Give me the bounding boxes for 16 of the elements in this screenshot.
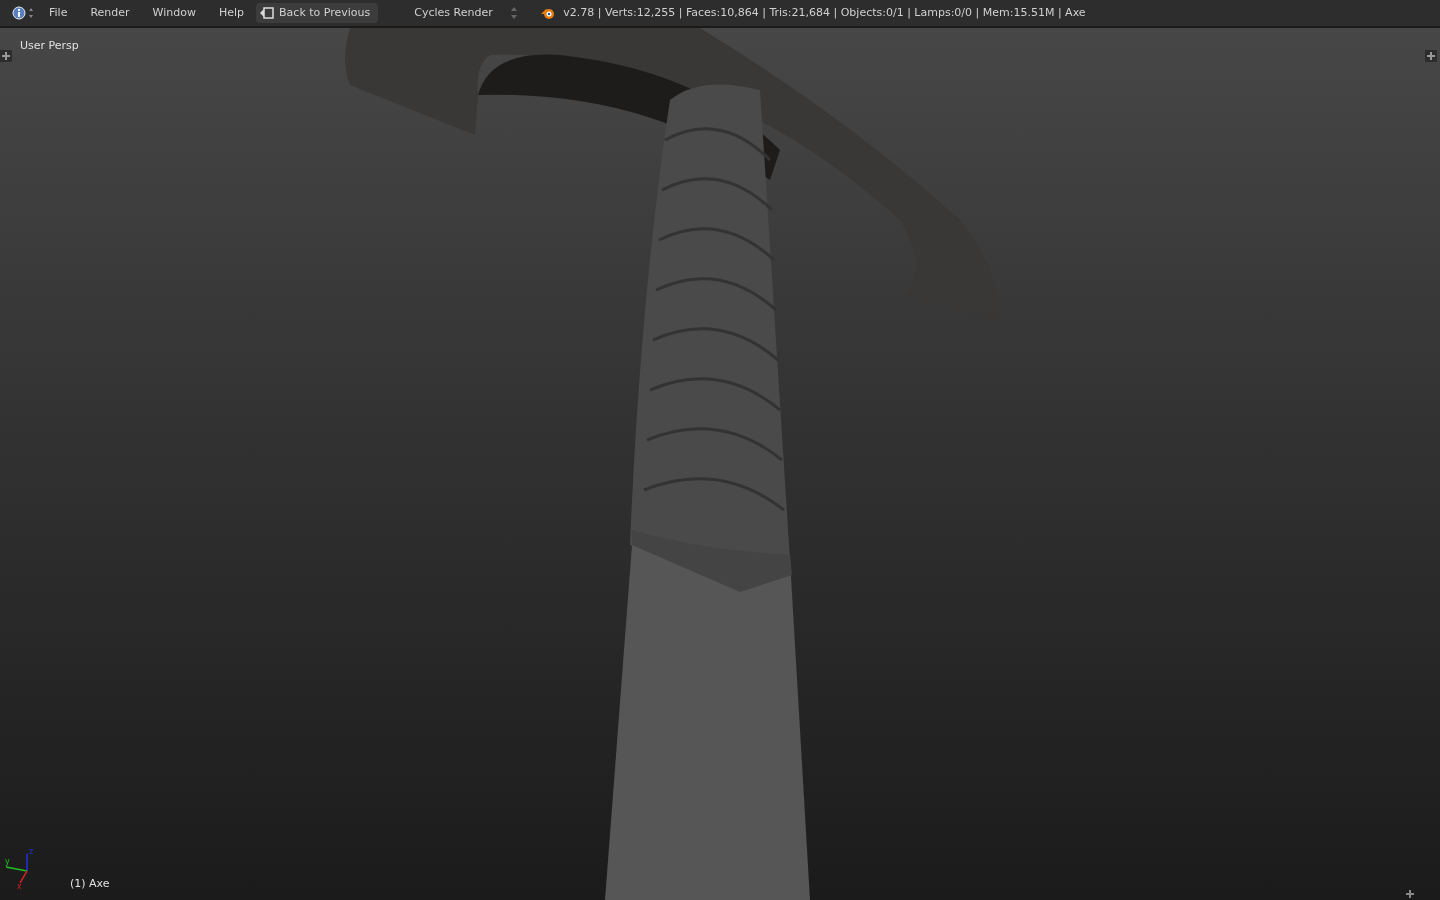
region-toggle-icon[interactable] bbox=[0, 50, 12, 62]
region-toggle-icon[interactable] bbox=[1425, 50, 1437, 62]
info-icon bbox=[12, 6, 36, 20]
menu-item[interactable]: Help bbox=[208, 4, 255, 22]
menu-item[interactable]: File bbox=[39, 4, 78, 22]
menu-item[interactable]: Render bbox=[80, 4, 140, 22]
corner-plus-icon[interactable] bbox=[1406, 890, 1414, 898]
back-to-previous-button[interactable]: Back to Previous bbox=[256, 3, 379, 23]
object-label: (1) Axe bbox=[70, 875, 110, 892]
app-logo-icon bbox=[540, 6, 557, 20]
up-down-arrows-icon bbox=[510, 6, 519, 20]
menu-item[interactable]: Window bbox=[142, 4, 206, 22]
info-editor-button[interactable] bbox=[12, 6, 36, 20]
view-label: User Persp bbox=[20, 38, 79, 54]
axis-gizmo-drawing: z y x bbox=[2, 846, 38, 890]
scene-statistics: v2.78 | Verts:12,255 | Faces:10,864 | Tris:21,684 | Objects:0/1 | Lamps:0/0 | Mem:15.51M | Axe bbox=[563, 4, 1086, 21]
